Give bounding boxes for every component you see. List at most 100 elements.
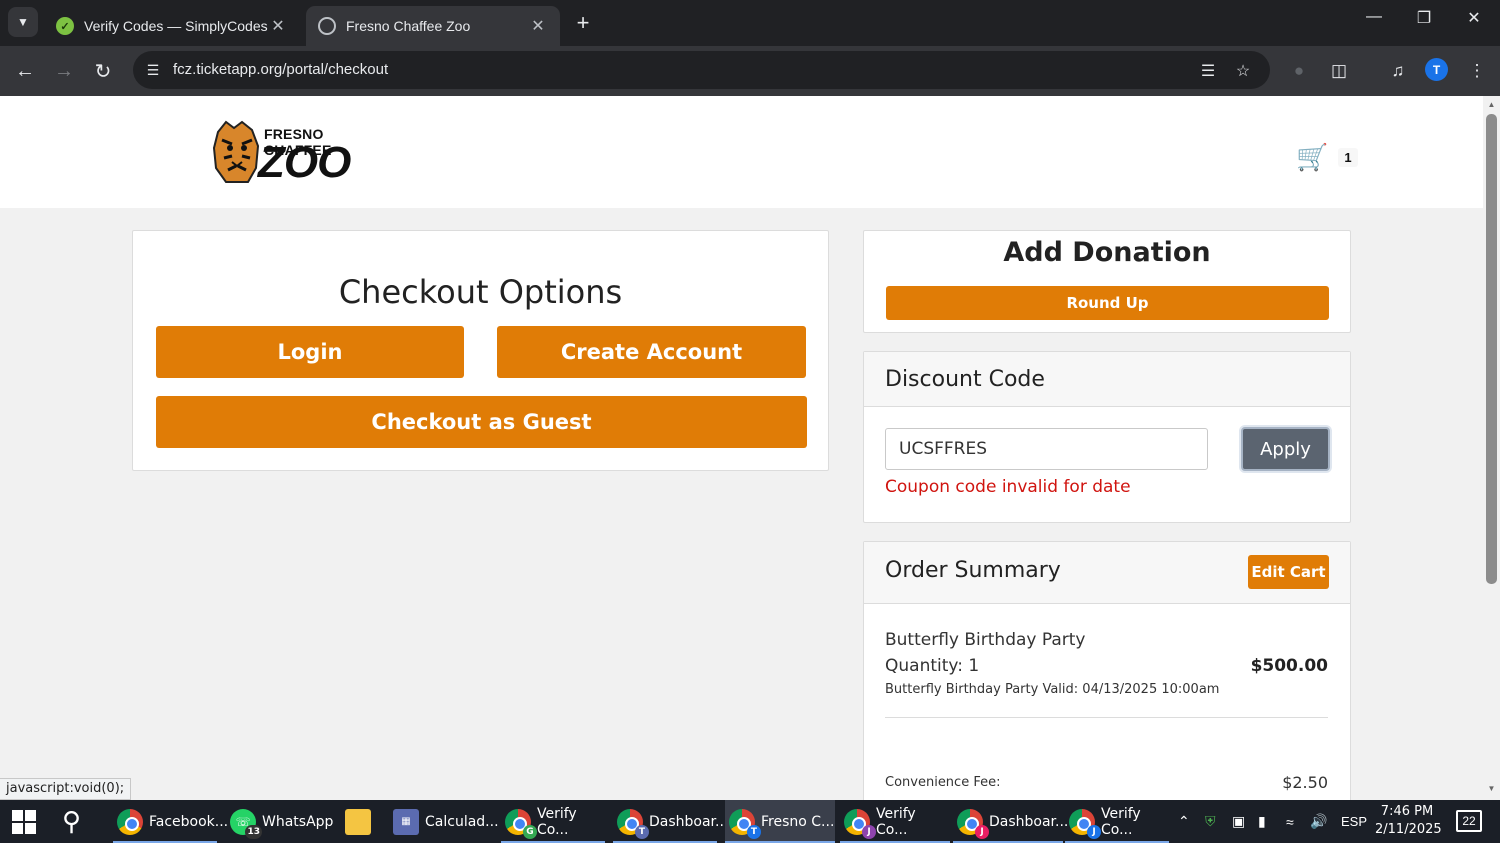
- chrome-icon: J: [957, 808, 989, 839]
- checkout-as-guest-button[interactable]: Checkout as Guest: [156, 396, 807, 448]
- order-summary-header: Order Summary Edit Cart: [864, 542, 1350, 604]
- zoo-logo[interactable]: FRESNO CHAFFEE ZOO: [212, 118, 384, 186]
- search-icon[interactable]: ⚲: [62, 806, 81, 837]
- cart-link[interactable]: 🛒 1: [1296, 142, 1358, 173]
- security-app-icon[interactable]: ▣: [1232, 800, 1245, 843]
- chrome-icon: G: [505, 808, 537, 839]
- taskbar-item-facebook[interactable]: Facebook...: [113, 800, 228, 843]
- chrome-icon: J: [844, 808, 876, 839]
- logo-text-main: ZOO: [258, 138, 351, 187]
- clock-date: 2/11/2025: [1375, 822, 1442, 837]
- browser-toolbar: ← → ↻ ☰ fcz.ticketapp.org/portal/checkou…: [0, 46, 1500, 96]
- wifi-icon[interactable]: ≈: [1286, 800, 1294, 843]
- scroll-down-icon[interactable]: ▼: [1487, 784, 1496, 793]
- profile-badge: J: [975, 824, 989, 839]
- address-bar[interactable]: ☰ fcz.ticketapp.org/portal/checkout ☰ ☆: [133, 51, 1270, 89]
- scroll-up-icon[interactable]: ▲: [1487, 100, 1496, 109]
- link-status-bar: javascript:void(0);: [0, 778, 132, 800]
- order-item-price: $500.00: [1250, 656, 1328, 676]
- taskbar-item-label: Dashboar...: [649, 813, 729, 830]
- taskbar-item-verify-codes-2[interactable]: J Verify Co...: [840, 800, 950, 843]
- taskbar-item-verify-codes[interactable]: G Verify Co...: [501, 800, 605, 843]
- order-summary-title: Order Summary: [885, 558, 1061, 583]
- tab-fresno-chaffee-zoo[interactable]: Fresno Chaffee Zoo ✕: [306, 6, 560, 46]
- close-window-icon[interactable]: ✕: [1459, 8, 1489, 28]
- taskbar-item-whatsapp[interactable]: ☏ 13 WhatsApp: [226, 800, 333, 843]
- tab-verify-codes[interactable]: ✓ Verify Codes — SimplyCodes ✕: [44, 6, 300, 46]
- volume-icon[interactable]: 🔊: [1310, 800, 1327, 843]
- create-account-button[interactable]: Create Account: [497, 326, 806, 378]
- profile-avatar[interactable]: T: [1425, 58, 1448, 81]
- forward-icon[interactable]: →: [51, 58, 77, 84]
- media-control-icon[interactable]: ♫: [1385, 58, 1411, 84]
- close-icon[interactable]: ✕: [268, 16, 288, 36]
- discount-code-card: Discount Code Apply Coupon code invalid …: [863, 351, 1351, 523]
- taskbar-item-label: Calculad...: [425, 813, 499, 830]
- back-icon[interactable]: ←: [12, 58, 38, 84]
- taskbar-item-label: Verify Co...: [1101, 805, 1141, 838]
- defender-shield-icon[interactable]: ⛨: [1205, 800, 1216, 843]
- reload-icon[interactable]: ↻: [90, 58, 116, 84]
- convenience-fee-label: Convenience Fee:: [885, 775, 1001, 790]
- order-item-name: Butterfly Birthday Party: [885, 630, 1086, 650]
- checkout-options-card: Checkout Options Login Create Account Ch…: [132, 230, 829, 471]
- url-text[interactable]: fcz.ticketapp.org/portal/checkout: [173, 61, 388, 78]
- translate-icon[interactable]: ☰: [1197, 60, 1219, 82]
- extensions-icon[interactable]: ◫: [1326, 58, 1352, 84]
- taskbar-item-file-explorer[interactable]: [341, 800, 381, 843]
- system-clock[interactable]: 7:46 PM 2/11/2025: [1375, 803, 1442, 839]
- menu-kebab-icon[interactable]: ⋮: [1464, 58, 1490, 84]
- profile-badge: T: [747, 824, 761, 839]
- windows-taskbar: ⚲ Facebook... ☏ 13 WhatsApp ▦ Calculad...…: [0, 800, 1500, 843]
- chrome-icon: [117, 808, 143, 835]
- new-tab-button[interactable]: +: [570, 10, 596, 36]
- round-up-button[interactable]: Round Up: [886, 286, 1329, 320]
- taskbar-item-label: Dashboar...: [989, 813, 1069, 830]
- windows-start-icon[interactable]: [12, 810, 36, 834]
- show-hidden-icons-chevron-icon[interactable]: ⌃: [1178, 800, 1190, 843]
- restore-icon[interactable]: ❐: [1409, 8, 1439, 28]
- discount-code-input[interactable]: [885, 428, 1208, 470]
- close-icon[interactable]: ✕: [528, 16, 548, 36]
- order-item-quantity: Quantity: 1: [885, 656, 980, 676]
- page-scrollbar[interactable]: ▲ ▼: [1483, 96, 1500, 800]
- file-explorer-icon: [345, 808, 371, 835]
- page-viewport: FRESNO CHAFFEE ZOO 🛒 1 Checkout Options …: [0, 96, 1483, 800]
- taskbar-item-calculator[interactable]: ▦ Calculad...: [389, 800, 499, 843]
- notification-center-icon[interactable]: 22: [1456, 810, 1482, 832]
- edit-cart-button[interactable]: Edit Cart: [1248, 555, 1329, 589]
- tiger-logo-icon: [212, 120, 260, 183]
- language-indicator[interactable]: ESP: [1341, 800, 1367, 843]
- chrome-icon: T: [617, 808, 649, 839]
- cart-count-badge: 1: [1338, 148, 1358, 167]
- add-donation-title: Add Donation: [1003, 237, 1211, 268]
- taskbar-item-verify-codes-3[interactable]: J Verify Co...: [1065, 800, 1169, 843]
- apply-button[interactable]: Apply: [1241, 427, 1330, 471]
- shopping-cart-icon[interactable]: 🛒: [1296, 142, 1328, 173]
- clock-time: 7:46 PM: [1380, 804, 1434, 819]
- convenience-fee-value: $2.50: [1282, 773, 1328, 792]
- battery-icon[interactable]: ▮: [1258, 800, 1266, 843]
- tab-title: Fresno Chaffee Zoo: [346, 18, 471, 34]
- tab-search-button[interactable]: ▼: [8, 7, 38, 37]
- site-header: FRESNO CHAFFEE ZOO 🛒 1: [0, 96, 1483, 208]
- whatsapp-icon: ☏ 13: [230, 808, 262, 839]
- discount-code-header: Discount Code: [864, 352, 1350, 407]
- chrome-icon: T: [729, 808, 761, 839]
- taskbar-item-dashboard-2[interactable]: J Dashboar...: [953, 800, 1068, 843]
- order-summary-card: Order Summary Edit Cart Butterfly Birthd…: [863, 541, 1351, 800]
- taskbar-item-label: Fresno C...: [761, 813, 835, 830]
- bookmark-star-icon[interactable]: ☆: [1232, 60, 1254, 82]
- profile-badge: J: [862, 824, 876, 839]
- order-item-validity: Butterfly Birthday Party Valid: 04/13/20…: [885, 682, 1220, 697]
- site-info-icon[interactable]: ☰: [143, 60, 163, 80]
- taskbar-item-fresno[interactable]: T Fresno C...: [725, 800, 835, 843]
- tab-title: Verify Codes — SimplyCodes: [84, 18, 268, 34]
- summary-divider: [885, 717, 1328, 718]
- taskbar-item-dashboard[interactable]: T Dashboar...: [613, 800, 728, 843]
- login-button[interactable]: Login: [156, 326, 464, 378]
- taskbar-item-label: Verify Co...: [876, 805, 916, 838]
- scrollbar-thumb[interactable]: [1486, 114, 1497, 584]
- minimize-icon[interactable]: —: [1359, 8, 1389, 26]
- extension-puzzle-gray-icon[interactable]: ●: [1286, 58, 1312, 84]
